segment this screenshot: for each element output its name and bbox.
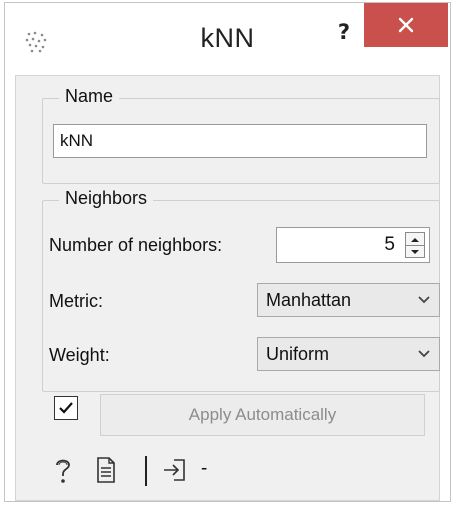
settings-panel: Name Neighbors Number of neighbors: 5 Me… <box>15 75 440 501</box>
title-bar: kNN ? <box>5 3 450 75</box>
report-icon[interactable] <box>96 456 116 489</box>
checkmark-icon <box>59 402 73 414</box>
apply-automatically-checkbox[interactable] <box>54 396 78 420</box>
weight-value: Uniform <box>266 344 330 364</box>
spin-arrows <box>405 232 425 258</box>
name-group: Name <box>42 86 440 184</box>
neighbors-count-spinbox[interactable]: 5 <box>276 227 430 263</box>
help-icon[interactable] <box>52 456 74 491</box>
neighbors-group: Neighbors Number of neighbors: 5 Metric:… <box>42 188 440 392</box>
spin-down-button[interactable] <box>406 245 424 257</box>
weight-label: Weight: <box>49 345 110 365</box>
chevron-down-icon <box>418 296 430 304</box>
name-input[interactable] <box>53 124 427 158</box>
knn-window: kNN ? Name Neighbors Number of neighbors… <box>4 2 451 502</box>
apply-automatically-button[interactable]: Apply Automatically <box>100 394 425 436</box>
close-button[interactable] <box>364 3 448 47</box>
metric-select[interactable]: Manhattan <box>257 283 440 317</box>
weight-select[interactable]: Uniform <box>257 337 440 371</box>
input-icon[interactable] <box>162 456 188 489</box>
neighbors-count-label: Number of neighbors: <box>49 235 223 255</box>
help-button[interactable]: ? <box>327 15 361 49</box>
chevron-down-icon <box>418 350 430 358</box>
input-summary: - <box>201 458 208 479</box>
metric-label: Metric: <box>49 291 103 311</box>
spin-down-icon <box>411 250 419 254</box>
neighbors-group-legend: Neighbors <box>59 188 154 209</box>
neighbors-count-value: 5 <box>384 234 395 255</box>
metric-value: Manhattan <box>266 290 352 310</box>
name-group-legend: Name <box>59 86 120 107</box>
status-separator <box>145 456 147 486</box>
close-icon <box>398 17 414 33</box>
status-bar: - <box>16 448 439 498</box>
